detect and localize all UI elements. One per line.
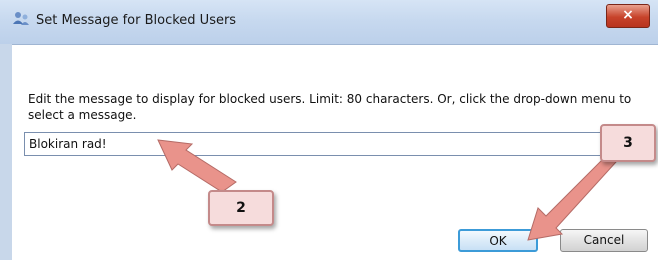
annotation-arrows (157, 139, 617, 241)
set-message-dialog: Set Message for Blocked Users × Edit the… (0, 0, 658, 260)
arrow-2 (157, 139, 237, 193)
callout-step-3: 3 (600, 124, 656, 162)
callout-step-2: 2 (208, 190, 274, 226)
arrow-3 (527, 155, 617, 241)
